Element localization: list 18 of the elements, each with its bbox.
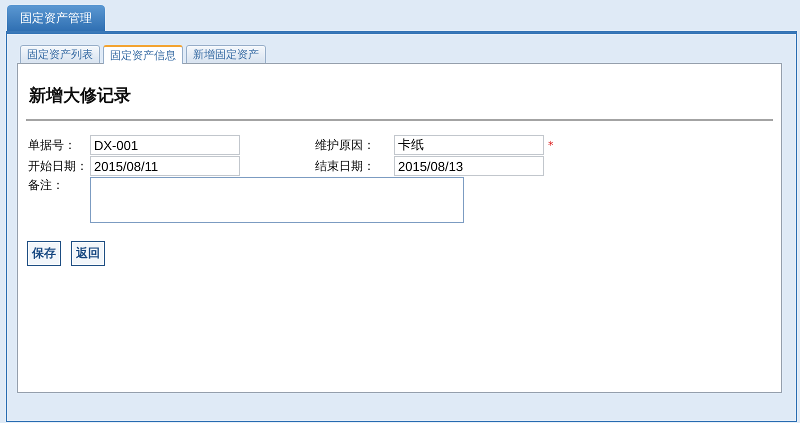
tab[interactable]: 新增固定资产 — [186, 45, 266, 63]
form-button[interactable]: 返回 — [71, 241, 105, 266]
main-tab[interactable]: 固定资产管理 — [7, 5, 105, 31]
input-field[interactable]: 2015/08/13 — [394, 156, 544, 176]
tab[interactable]: 固定资产列表 — [20, 45, 100, 63]
field-label: 结束日期： — [315, 158, 376, 174]
field-label: 维护原因： — [315, 136, 376, 154]
field-label: 备注： — [28, 177, 65, 194]
form-button[interactable]: 保存 — [27, 241, 61, 266]
field-label: 单据号： — [28, 136, 77, 154]
tab[interactable]: 固定资产信息 — [103, 45, 183, 64]
input-field[interactable]: 2015/08/11 — [90, 156, 240, 176]
input-field[interactable]: 卡纸 — [394, 135, 544, 155]
input-field[interactable]: DX-001 — [90, 135, 240, 155]
required-mark: * — [547, 138, 554, 152]
remark-field[interactable] — [90, 177, 464, 223]
field-label: 开始日期： — [28, 158, 89, 174]
form-title: 新增大修记录 — [28, 85, 132, 108]
